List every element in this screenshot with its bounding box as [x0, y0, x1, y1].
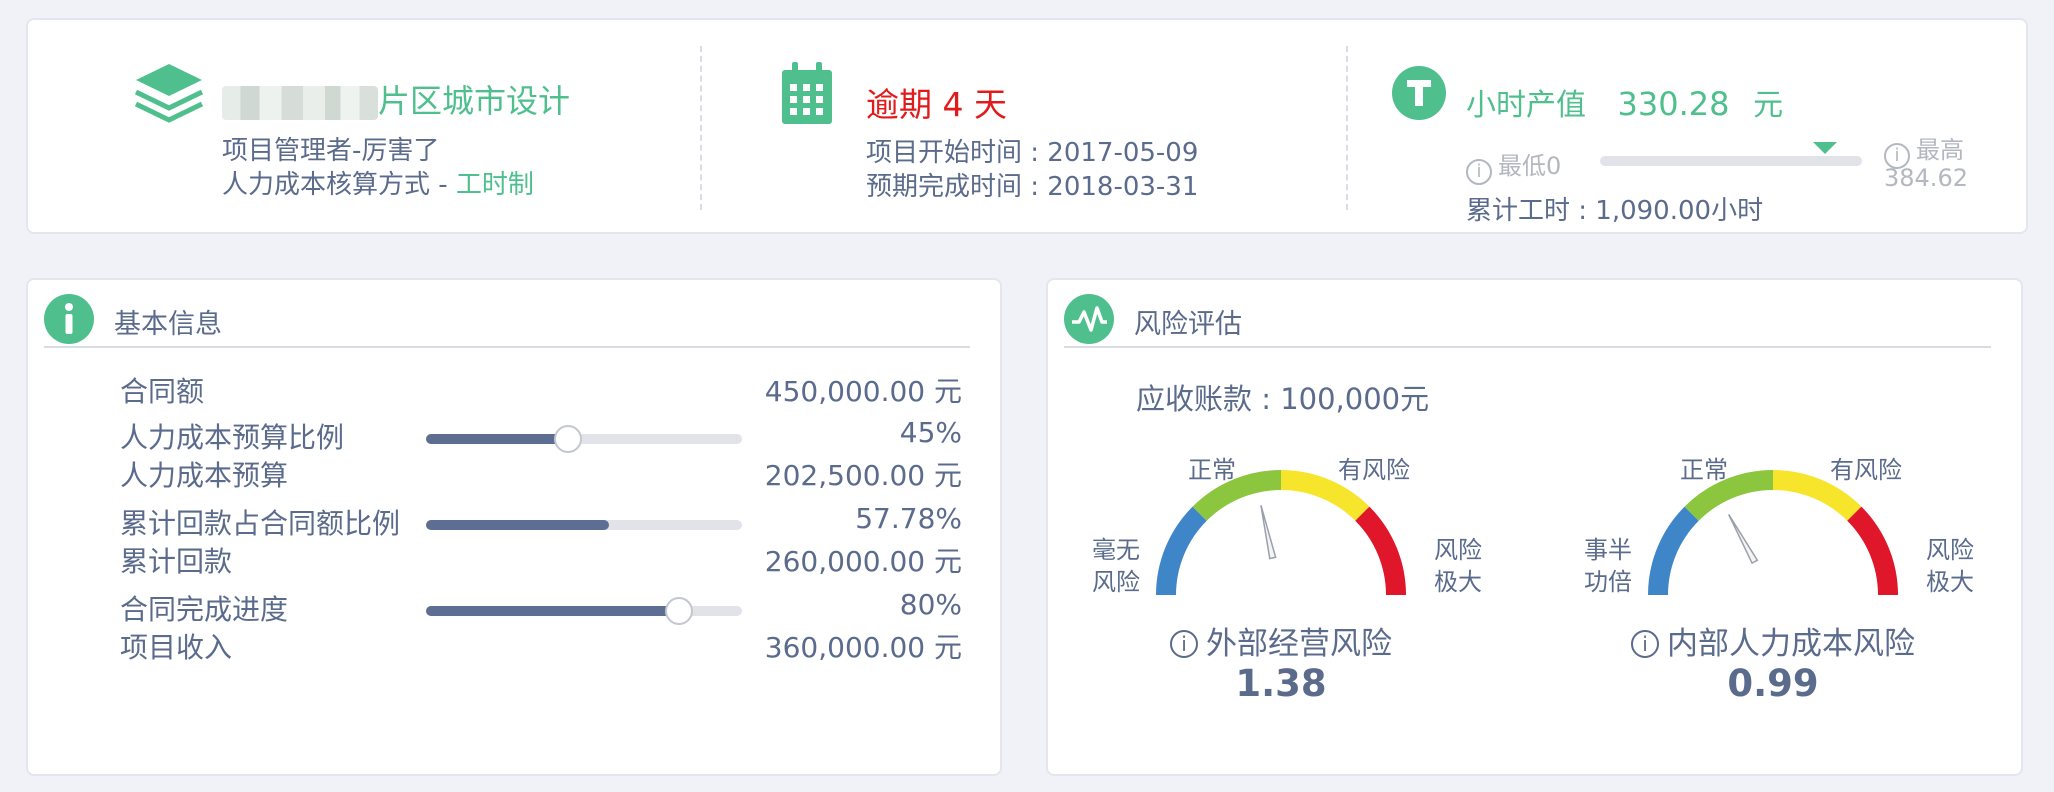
row-value: 57.78%	[855, 502, 962, 535]
receivable: 应收账款 : 100,000元	[1136, 382, 1430, 416]
risk-assessment-card: 风险评估 应收账款 : 100,000元 毫无 风险 正常 有风险 风险 极大 i 外部经营风…	[1046, 278, 2023, 776]
info-icon[interactable]: i	[1170, 630, 1198, 658]
row-value: 260,000.00 元	[764, 545, 962, 578]
hourly-output-bar	[1600, 156, 1862, 166]
calendar-icon	[782, 62, 832, 124]
section-title: 风险评估	[1134, 309, 1242, 340]
project-name-suffix: 片区城市设计	[378, 82, 571, 120]
gauge-name-text: 内部人力成本风险	[1667, 626, 1915, 662]
section-header: 风险评估	[1064, 288, 1991, 348]
redacted-project-name	[222, 86, 378, 120]
info-icon[interactable]: i	[1631, 630, 1659, 658]
project-summary-card: 片区城市设计 项目管理者-厉害了 人力成本核算方式 - 工时制 逾期 4 天 项…	[26, 18, 2028, 234]
row-value: 80%	[899, 588, 962, 621]
cost-method-value: 工时制	[455, 170, 534, 200]
hourly-output: 小时产值 330.28 元	[1466, 80, 1783, 124]
row-value: 360,000.00 元	[764, 631, 962, 664]
gauge-right-label: 风险	[1434, 536, 1482, 564]
ratio-slider[interactable]	[426, 597, 742, 625]
cost-method: 人力成本核算方式 - 工时制	[222, 164, 534, 201]
bar-fill	[426, 606, 679, 616]
gauge-top-right-label: 有风险	[1830, 456, 1902, 484]
gauge-name: i 外部经营风险	[1170, 618, 1392, 663]
ratio-bar	[426, 520, 742, 530]
gauge-value: 0.99	[1727, 662, 1819, 705]
row-label: 人力成本预算比例	[120, 421, 345, 454]
overdue-status: 逾期 4 天	[866, 85, 1007, 124]
hourly-max-label: 最高	[1916, 136, 1964, 164]
hourly-output-label: 小时产值	[1466, 88, 1586, 123]
basic-info-card: 基本信息 合同额 450,000.00 元人力成本预算比例 45% 人力成本预算 202…	[26, 278, 1002, 776]
gauge-left-label: 事半	[1584, 536, 1632, 564]
row-label: 累计回款	[120, 545, 233, 578]
end-date: 预期完成时间 : 2018-03-31	[866, 172, 1199, 202]
hourly-min-label: 最低0	[1498, 152, 1562, 180]
bar-fill	[426, 434, 569, 444]
ratio-slider[interactable]	[426, 425, 742, 453]
gauge-segment	[1280, 470, 1370, 521]
section-header: 基本信息	[44, 288, 970, 348]
gauge-name-text: 外部经营风险	[1206, 626, 1392, 662]
row-label: 合同额	[120, 375, 205, 408]
hourly-output-unit: 元	[1753, 88, 1784, 123]
gauge-top-left-label: 正常	[1680, 456, 1728, 484]
gauge-top-right-label: 有风险	[1338, 456, 1410, 484]
gauge-segment	[1772, 470, 1862, 521]
gauge-right-label: 风险	[1926, 536, 1974, 564]
gauge-segment	[1648, 506, 1699, 596]
gauge-segment	[1684, 470, 1774, 521]
gauge-right-label: 极大	[1434, 568, 1482, 596]
gauge-name: i 内部人力成本风险	[1631, 618, 1915, 663]
start-date: 项目开始时间 : 2017-05-09	[866, 138, 1199, 168]
gauge-segment	[1192, 470, 1282, 521]
row-label: 人力成本预算	[120, 459, 289, 492]
bar-fill	[426, 520, 609, 530]
cost-method-prefix: 人力成本核算方式 -	[222, 170, 456, 200]
slider-handle[interactable]	[554, 425, 583, 453]
slider-handle[interactable]	[664, 597, 693, 625]
gauge-value: 1.38	[1235, 662, 1327, 705]
row-value: 202,500.00 元	[764, 459, 962, 492]
gauge-segment	[1355, 506, 1406, 596]
hourly-max-value: 384.62	[1884, 164, 1968, 192]
gauge-left-label: 风险	[1092, 568, 1140, 596]
hourly-output-value: 330.28	[1617, 85, 1730, 123]
project-manager: 项目管理者-厉害了	[222, 136, 440, 166]
row-value: 450,000.00 元	[764, 375, 962, 408]
info-icon[interactable]: i	[1466, 159, 1492, 185]
t-circle-icon	[1392, 66, 1446, 120]
divider	[1346, 46, 1348, 210]
info-circle-icon	[44, 294, 94, 344]
gauge-segment	[1847, 506, 1898, 596]
gauge-needle	[1260, 505, 1277, 560]
hourly-min: i 最低0	[1466, 146, 1561, 185]
row-label: 项目收入	[120, 631, 233, 664]
total-hours: 累计工时 : 1,090.00小时	[1466, 196, 1764, 226]
gauge-left-label: 毫无	[1092, 536, 1140, 564]
hourly-marker	[1813, 142, 1838, 154]
gauge-right-label: 极大	[1926, 568, 1974, 596]
divider	[700, 46, 702, 210]
row-value: 45%	[899, 416, 962, 449]
pulse-icon	[1064, 294, 1114, 344]
gauge-segment	[1156, 506, 1207, 596]
row-label: 合同完成进度	[120, 593, 289, 626]
gauge-needle	[1728, 513, 1759, 565]
section-title: 基本信息	[114, 309, 222, 340]
project-title: 片区城市设计	[222, 76, 570, 122]
gauge-left-label: 功倍	[1584, 568, 1632, 596]
layers-icon	[134, 64, 204, 123]
row-label: 累计回款占合同额比例	[120, 507, 401, 540]
gauge-top-left-label: 正常	[1188, 456, 1236, 484]
